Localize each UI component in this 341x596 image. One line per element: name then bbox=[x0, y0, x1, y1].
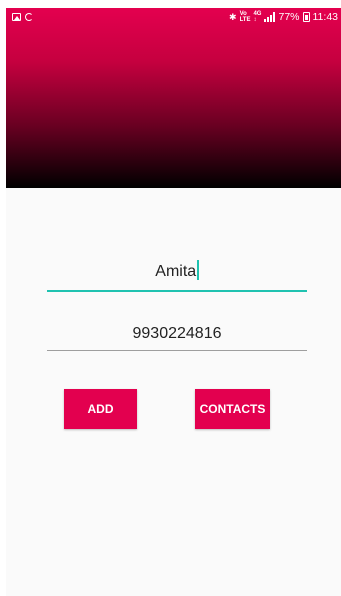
gallery-icon bbox=[12, 13, 21, 21]
text-cursor bbox=[197, 260, 199, 280]
gradient-header: ✱ Vo LTE 4G ↕ 77% 11:43 bbox=[6, 8, 341, 188]
battery-percent: 77% bbox=[278, 11, 300, 23]
name-input[interactable]: Amita bbox=[47, 260, 307, 292]
add-button[interactable]: ADD bbox=[64, 389, 137, 429]
bluetooth-icon: ✱ bbox=[229, 12, 237, 22]
phone-input[interactable]: 9930224816 bbox=[47, 322, 307, 351]
volte-icon: Vo LTE bbox=[239, 11, 251, 23]
signal-icon bbox=[264, 12, 276, 22]
status-bar: ✱ Vo LTE 4G ↕ 77% 11:43 bbox=[6, 8, 341, 28]
network-type-icon: 4G ↕ bbox=[253, 11, 262, 23]
status-right-icons: ✱ Vo LTE 4G ↕ 77% 11:43 bbox=[229, 11, 338, 23]
name-input-value: Amita bbox=[155, 263, 197, 280]
clock: 11:43 bbox=[312, 11, 339, 23]
status-left-icons bbox=[12, 13, 33, 21]
sync-icon bbox=[25, 13, 33, 21]
phone-input-value: 9930224816 bbox=[132, 325, 222, 342]
contacts-button[interactable]: CONTACTS bbox=[195, 389, 270, 429]
battery-icon bbox=[302, 12, 310, 22]
app-screen: ✱ Vo LTE 4G ↕ 77% 11:43 Amita 9930224816… bbox=[6, 8, 341, 596]
